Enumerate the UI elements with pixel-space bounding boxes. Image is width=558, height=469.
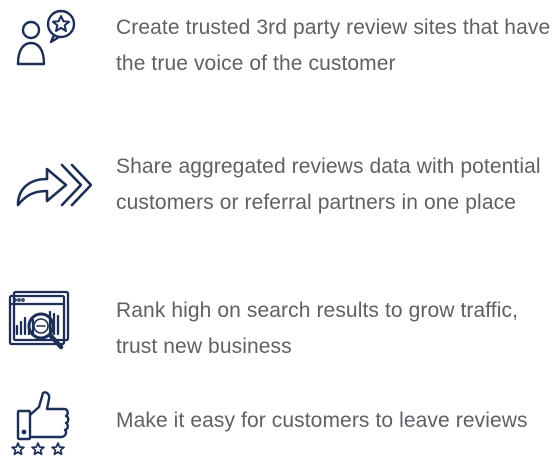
feature-text: Create trusted 3rd party review sites th…	[116, 16, 551, 75]
search-ranking-chart-icon	[6, 286, 92, 360]
thumbs-up-stars-icon	[6, 387, 92, 461]
feature-list: Create trusted 3rd party review sites th…	[0, 0, 558, 469]
customer-review-star-icon	[6, 6, 92, 80]
feature-text: Share aggregated reviews data with poten…	[116, 155, 541, 214]
feature-text: Make it easy for customers to leave revi…	[116, 409, 528, 432]
feature-text: Rank high on search results to grow traf…	[116, 299, 519, 358]
share-forward-arrow-icon	[6, 147, 92, 221]
